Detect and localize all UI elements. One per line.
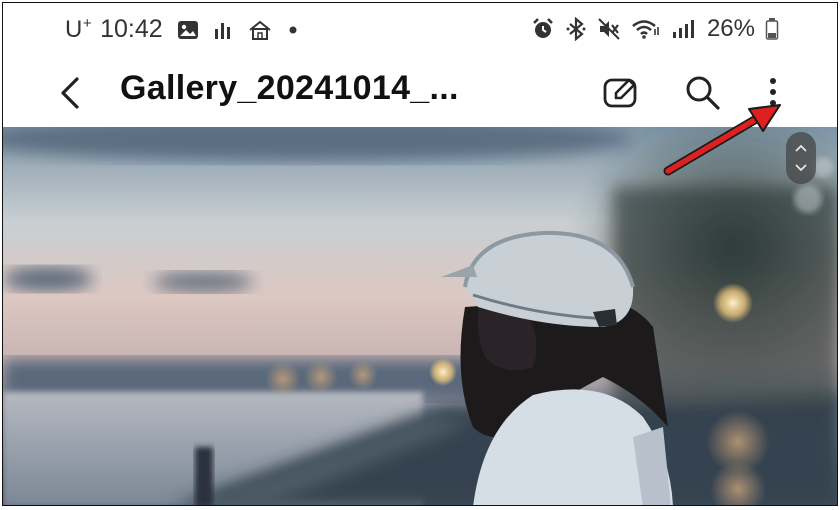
photo-viewer[interactable] [3,127,837,505]
scroll-handle-icon[interactable] [786,132,816,184]
search-icon[interactable] [681,71,725,115]
carrier-text: U [65,16,83,43]
status-right: 26% [531,15,779,43]
home-icon [247,19,273,41]
wifi-icon [631,17,661,41]
page-title: Gallery_20241014_... [120,69,459,107]
dot-icon [287,24,299,36]
back-arrow-icon[interactable] [53,71,89,115]
status-bar: U+ 10:42 26% [3,3,837,61]
bar-chart-icon [213,20,233,40]
carrier-sup: + [82,15,93,32]
bluetooth-icon [565,17,587,41]
carrier-label: U+ [65,15,92,44]
top-toolbar: Gallery_20241014_... [3,61,837,127]
battery-percent: 26% [706,15,755,42]
alarm-icon [531,17,555,41]
screen-frame: U+ 10:42 26% Gallery_20241014_... [2,2,838,506]
status-left: U+ 10:42 [65,15,299,44]
edit-icon[interactable] [600,71,644,115]
gallery-icon [177,20,199,40]
status-time: 10:42 [100,15,163,43]
signal-icon [671,18,697,40]
photo-image [3,127,837,505]
more-options-icon[interactable] [758,71,788,119]
battery-icon [765,17,779,41]
mute-icon [597,17,621,41]
